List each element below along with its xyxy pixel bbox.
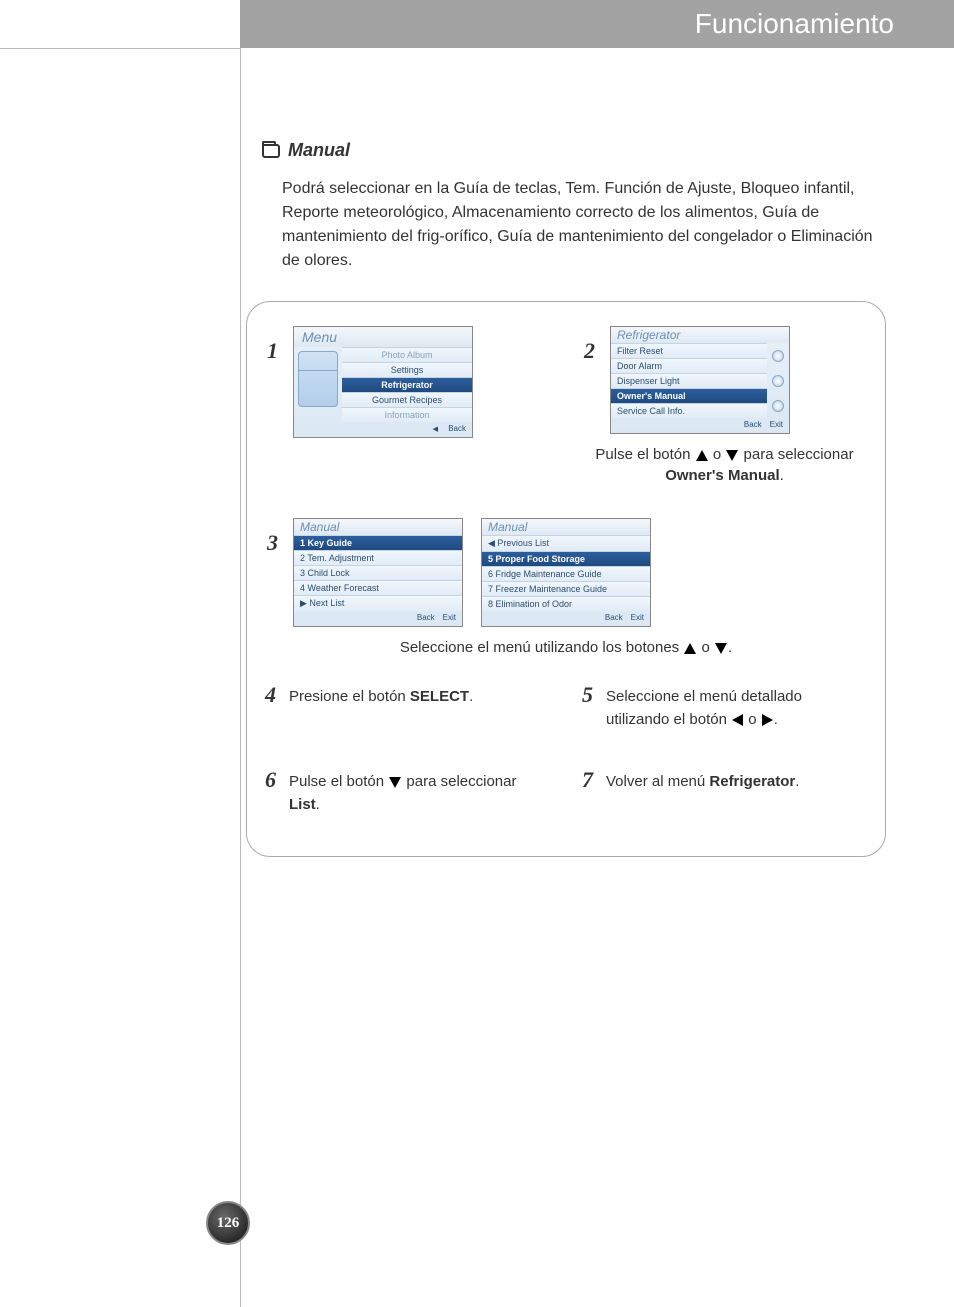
manual-screen-b: Manual ◀ Previous List 5 Proper Food Sto… bbox=[481, 518, 651, 627]
menu-item: ◀ Previous List bbox=[482, 535, 650, 551]
section-heading: Manual bbox=[262, 140, 894, 161]
header-band: Funcionamiento bbox=[240, 0, 954, 48]
menu-item: Door Alarm bbox=[611, 358, 767, 373]
menu-screen: Menu Photo Album Settings Refrigerator G… bbox=[293, 326, 473, 438]
section-title: Manual bbox=[288, 140, 350, 161]
step-caption: Seleccione el menú utilizando los botone… bbox=[269, 639, 863, 656]
menu-item: 2 Tem. Adjustment bbox=[294, 550, 462, 565]
menu-item: Information bbox=[342, 407, 472, 422]
content: Manual Podrá seleccionar en la Guía de t… bbox=[262, 140, 894, 857]
step-5: 5 Seleccione el menú detallado utilizand… bbox=[586, 686, 863, 731]
screen-banner: Manual bbox=[482, 519, 650, 535]
screen-banner: Menu bbox=[294, 327, 472, 347]
up-arrow-icon bbox=[696, 450, 708, 461]
menu-item-selected: 1 Key Guide bbox=[294, 535, 462, 550]
step-3: 3 Manual 1 Key Guide 2 Tem. Adjustment 3… bbox=[269, 518, 863, 656]
menu-item-selected: Refrigerator bbox=[342, 377, 472, 392]
menu-item: ▶ Next List bbox=[294, 595, 462, 611]
page-title: Funcionamiento bbox=[695, 8, 894, 40]
screen-footer: BackExit bbox=[294, 611, 462, 624]
steps-frame: 1 Menu Photo Album Settings Refrigerator… bbox=[246, 301, 886, 857]
step-2: 2 Refrigerator Filter Reset Door Alarm D… bbox=[586, 326, 863, 486]
step-7: 7 Volver al menú Refrigerator. bbox=[586, 771, 863, 816]
step-number: 7 bbox=[582, 767, 593, 793]
step-text: Pulse el botón para seleccionar List. bbox=[289, 771, 546, 816]
menu-item: Photo Album bbox=[342, 347, 472, 362]
screen-footer: ◀ Back bbox=[294, 422, 472, 435]
menu-item: 4 Weather Forecast bbox=[294, 580, 462, 595]
down-arrow-icon bbox=[726, 450, 738, 461]
menu-item: 3 Child Lock bbox=[294, 565, 462, 580]
step-caption: Pulse el botón o para seleccionar Owner'… bbox=[586, 444, 863, 486]
menu-item: Filter Reset bbox=[611, 343, 767, 358]
fridge-icon bbox=[298, 351, 338, 407]
menu-item: Settings bbox=[342, 362, 472, 377]
step-4: 4 Presione el botón SELECT. bbox=[269, 686, 546, 731]
menu-item: Service Call Info. bbox=[611, 403, 767, 418]
menu-item: 6 Fridge Maintenance Guide bbox=[482, 566, 650, 581]
left-arrow-icon bbox=[732, 714, 743, 726]
screen-banner: Refrigerator bbox=[611, 327, 789, 343]
step-6: 6 Pulse el botón para seleccionar List. bbox=[269, 771, 546, 816]
step-1: 1 Menu Photo Album Settings Refrigerator… bbox=[269, 326, 546, 486]
right-arrow-icon bbox=[762, 714, 773, 726]
manual-screen-a: Manual 1 Key Guide 2 Tem. Adjustment 3 C… bbox=[293, 518, 463, 627]
folder-icon bbox=[262, 144, 280, 158]
back-arrow-icon: ◀ bbox=[433, 426, 438, 433]
step-text: Seleccione el menú detallado utilizando … bbox=[606, 686, 863, 731]
page-number-badge: 126 bbox=[206, 1201, 250, 1245]
menu-item-selected: 5 Proper Food Storage bbox=[482, 551, 650, 566]
step-number: 2 bbox=[584, 338, 595, 364]
refrigerator-screen: Refrigerator Filter Reset Door Alarm Dis… bbox=[610, 326, 790, 434]
step-number: 4 bbox=[265, 682, 276, 708]
step-number: 5 bbox=[582, 682, 593, 708]
up-arrow-icon bbox=[684, 643, 696, 654]
step-number: 3 bbox=[267, 530, 278, 556]
step-text: Presione el botón SELECT. bbox=[289, 686, 546, 709]
knob-icon bbox=[772, 350, 784, 362]
menu-item: Gourmet Recipes bbox=[342, 392, 472, 407]
down-arrow-icon bbox=[715, 643, 727, 654]
intro-paragraph: Podrá seleccionar en la Guía de teclas, … bbox=[282, 177, 882, 273]
knob-icon bbox=[772, 375, 784, 387]
step-number: 1 bbox=[267, 338, 278, 364]
screen-footer: BackExit bbox=[611, 418, 789, 431]
screen-banner: Manual bbox=[294, 519, 462, 535]
screen-footer: BackExit bbox=[482, 611, 650, 624]
menu-item: 7 Freezer Maintenance Guide bbox=[482, 581, 650, 596]
divider bbox=[240, 48, 241, 1307]
step-text: Volver al menú Refrigerator. bbox=[606, 771, 863, 794]
divider bbox=[0, 48, 240, 49]
menu-item: 8 Elimination of Odor bbox=[482, 596, 650, 611]
step-number: 6 bbox=[265, 767, 276, 793]
down-arrow-icon bbox=[389, 777, 401, 788]
menu-item: Dispenser Light bbox=[611, 373, 767, 388]
knob-icon bbox=[772, 400, 784, 412]
menu-item-selected: Owner's Manual bbox=[611, 388, 767, 403]
